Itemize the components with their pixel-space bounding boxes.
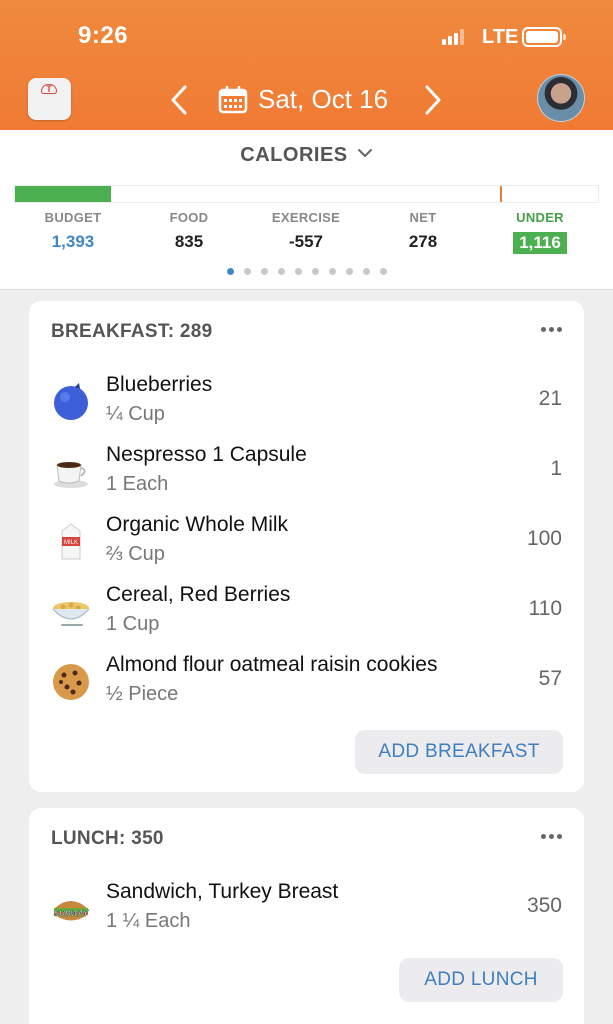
food-serving: 1 Each — [106, 473, 169, 495]
page-dot[interactable] — [362, 268, 370, 275]
food-calories: 57 — [538, 667, 562, 690]
food-calories: 21 — [538, 387, 562, 410]
calories-dropdown[interactable]: CALORIES — [0, 144, 613, 167]
stat-value: 278 — [408, 232, 438, 251]
stat-value: 835 — [174, 232, 204, 251]
calorie-summary: CALORIES BUDGET 1,393 FOOD 835 EXERCISE … — [0, 130, 613, 290]
page-dot[interactable] — [260, 268, 268, 275]
page-dot[interactable] — [277, 268, 285, 275]
page-dot[interactable] — [379, 268, 387, 275]
breakfast-card: BREAKFAST: 289 Blueberries ¼ Cup 21 Nesp… — [29, 301, 584, 792]
calorie-progress-bar — [14, 185, 599, 203]
avatar[interactable] — [537, 74, 585, 122]
cereal-bowl-icon — [52, 602, 90, 626]
food-calories: 350 — [526, 894, 562, 917]
page-dot[interactable] — [294, 268, 302, 275]
coffee-cup-icon — [54, 462, 88, 488]
food-name: Sandwich, Turkey Breast — [106, 880, 339, 903]
food-calories: 1 — [550, 457, 562, 480]
calories-title: CALORIES — [240, 144, 348, 166]
page-indicator[interactable] — [0, 268, 613, 275]
list-item[interactable]: Cereal, Red Berries 1 Cup 110 — [29, 581, 584, 651]
food-name: Almond flour oatmeal raisin cookies — [106, 653, 438, 676]
chevron-left-icon[interactable] — [168, 84, 192, 116]
milk-carton-icon: MILK — [61, 523, 81, 560]
network-type: LTE — [482, 26, 519, 48]
lunch-card: LUNCH: 350 SUBWAY Sandwich, Turkey Breas… — [29, 808, 584, 1024]
list-item[interactable]: Nespresso 1 Capsule 1 Each 1 — [29, 441, 584, 511]
food-name: Cereal, Red Berries — [106, 583, 291, 606]
food-serving: ¼ Cup — [106, 403, 165, 425]
food-name: Nespresso 1 Capsule — [106, 443, 307, 466]
chevron-right-icon[interactable] — [420, 84, 444, 116]
stat-budget: BUDGET 1,393 — [13, 210, 133, 252]
blueberry-icon — [54, 383, 88, 420]
signal-strength-icon — [442, 28, 464, 45]
chevron-down-icon — [357, 149, 372, 157]
more-icon[interactable] — [541, 834, 562, 839]
app-header: 9:26 LTE T Sat, Oct 16 — [0, 0, 613, 130]
meal-title: BREAKFAST: 289 — [51, 321, 213, 342]
list-item[interactable]: MILK Organic Whole Milk ⅔ Cup 100 — [29, 511, 584, 581]
date-label[interactable]: Sat, Oct 16 — [258, 84, 388, 115]
brand-logo-text: SUBWAY — [54, 909, 89, 918]
meal-title: LUNCH: 350 — [51, 828, 164, 849]
list-item[interactable]: Blueberries ¼ Cup 21 — [29, 371, 584, 441]
cookie-icon — [53, 664, 89, 700]
page-dot[interactable] — [311, 268, 319, 275]
add-lunch-button[interactable]: ADD LUNCH — [399, 958, 563, 1002]
list-item[interactable]: Almond flour oatmeal raisin cookies ½ Pi… — [29, 651, 584, 721]
scale-icon[interactable]: T — [28, 78, 71, 120]
food-name: Organic Whole Milk — [106, 513, 289, 536]
stat-food: FOOD 835 — [129, 210, 249, 252]
stat-value: 1,116 — [513, 232, 567, 254]
food-serving: 1 Cup — [106, 613, 160, 635]
page-dot[interactable] — [226, 268, 234, 275]
food-serving: ½ Piece — [106, 683, 179, 705]
more-icon[interactable] — [541, 327, 562, 332]
food-serving: 1 ¼ Each — [106, 910, 191, 932]
stat-label: UNDER — [516, 210, 564, 225]
calorie-progress-fill — [15, 186, 112, 202]
stat-label: BUDGET — [44, 210, 102, 225]
food-name: Blueberries — [106, 373, 213, 396]
battery-icon — [522, 27, 566, 47]
page-dot[interactable] — [328, 268, 336, 275]
page-dot[interactable] — [345, 268, 353, 275]
food-calories: 100 — [526, 527, 562, 550]
svg-text:MILK: MILK — [64, 540, 78, 546]
stat-value: -557 — [288, 232, 324, 251]
status-time: 9:26 — [78, 22, 129, 49]
stat-under: UNDER 1,116 — [480, 210, 600, 254]
food-calories: 110 — [528, 597, 562, 620]
food-serving: ⅔ Cup — [106, 543, 165, 565]
list-item[interactable]: SUBWAY Sandwich, Turkey Breast 1 ¼ Each … — [29, 878, 584, 948]
stat-net: NET 278 — [363, 210, 483, 252]
stat-exercise: EXERCISE -557 — [246, 210, 366, 252]
page-dot[interactable] — [243, 268, 251, 275]
sandwich-icon: SUBWAY — [53, 901, 89, 921]
budget-marker — [500, 186, 502, 202]
stat-label: FOOD — [169, 210, 209, 225]
add-breakfast-button[interactable]: ADD BREAKFAST — [355, 730, 563, 774]
stat-label: EXERCISE — [271, 210, 341, 225]
stat-label: NET — [409, 210, 437, 225]
stat-value: 1,393 — [51, 232, 95, 251]
calendar-icon[interactable] — [218, 86, 248, 114]
